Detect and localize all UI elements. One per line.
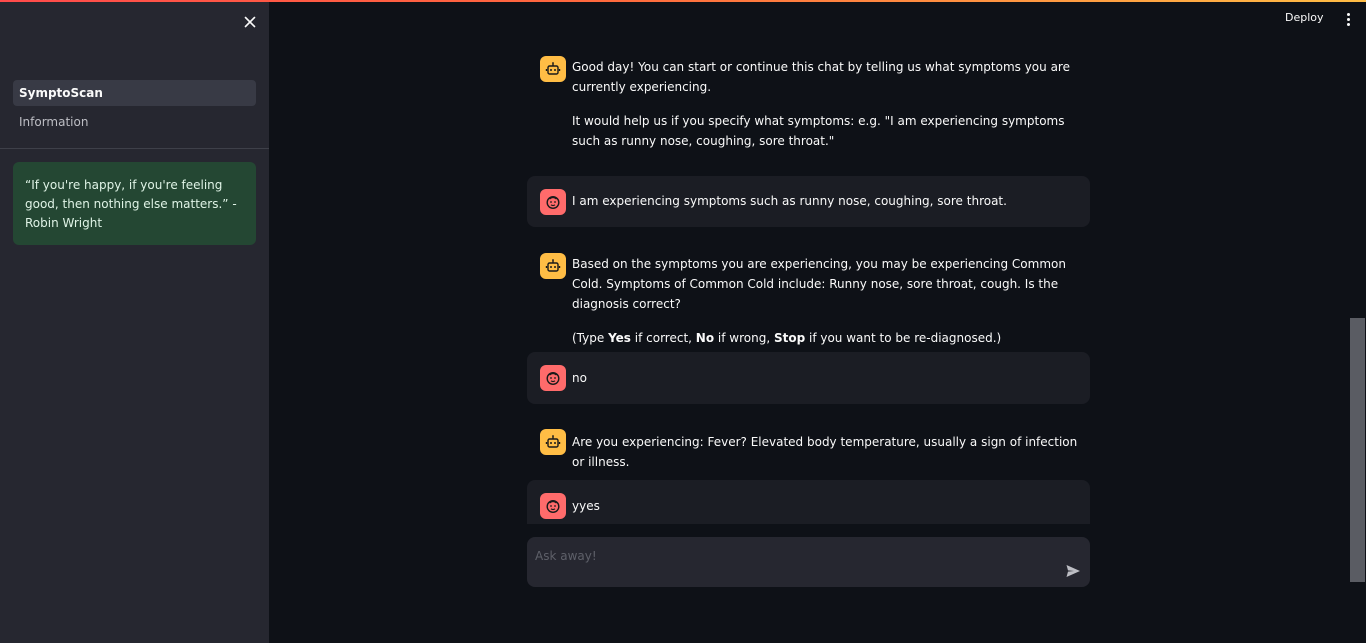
sidebar-nav: SymptoScan Information [13, 80, 256, 138]
assistant-avatar [540, 429, 566, 455]
user-avatar [540, 189, 566, 215]
robot-icon [545, 62, 561, 75]
user-avatar [540, 493, 566, 519]
chat-messages: Good day! You can start or continue this… [527, 40, 1090, 524]
chat-message-assistant: Are you experiencing: Fever? Elevated bo… [527, 416, 1090, 469]
face-icon [546, 371, 560, 386]
chat-input[interactable] [535, 545, 1055, 567]
robot-icon [545, 259, 561, 272]
send-icon [1066, 565, 1080, 577]
assistant-avatar [540, 56, 566, 82]
chat-message-user: no [527, 352, 1090, 404]
message-text: Are you experiencing: Fever? Elevated bo… [572, 435, 1078, 469]
message-paragraph: It would help us if you specify what sym… [572, 114, 1065, 148]
more-vertical-icon [1343, 13, 1353, 26]
scrollbar-thumb[interactable] [1350, 318, 1365, 582]
face-icon [546, 195, 560, 210]
deploy-button[interactable]: Deploy [1285, 11, 1324, 29]
text-segment: if you want to be re-diagnosed.) [805, 331, 1002, 345]
message-paragraph: (Type Yes if correct, No if wrong, Stop … [572, 328, 1082, 348]
text-segment: if wrong, [714, 331, 774, 345]
sidebar-item-information[interactable]: Information [13, 109, 256, 135]
sidebar-divider [0, 148, 269, 149]
chat-message-assistant: Based on the symptoms you are experienci… [527, 238, 1090, 345]
quote-box: “If you're happy, if you're feeling good… [13, 162, 256, 245]
top-accent-bar [0, 0, 1366, 2]
send-button[interactable] [1065, 563, 1081, 579]
chat-input-container [527, 537, 1090, 587]
text-segment: if correct, [630, 331, 696, 345]
close-icon [244, 16, 256, 28]
close-sidebar-button[interactable] [240, 12, 260, 32]
message-text: no [572, 371, 587, 385]
keyword-yes: Yes [608, 331, 631, 345]
face-icon [546, 499, 560, 514]
chat-message-assistant: Good day! You can start or continue this… [527, 40, 1090, 160]
keyword-no: No [695, 331, 715, 345]
chat-message-user: yyes [527, 480, 1090, 524]
main-menu-button[interactable] [1343, 11, 1353, 29]
message-paragraph: Based on the symptoms you are experienci… [572, 257, 1066, 311]
assistant-avatar [540, 253, 566, 279]
text-segment: (Type [572, 331, 609, 345]
chat-message-user: I am experiencing symptoms such as runny… [527, 176, 1090, 227]
message-text: yyes [572, 499, 600, 513]
message-text: I am experiencing symptoms such as runny… [572, 194, 1007, 208]
message-text: Based on the symptoms you are experienci… [572, 254, 1082, 348]
message-paragraph: Good day! You can start or continue this… [572, 60, 1070, 94]
sidebar: SymptoScan Information “If you're happy,… [0, 0, 269, 643]
keyword-stop: Stop [773, 331, 806, 345]
user-avatar [540, 365, 566, 391]
sidebar-item-symptoscan[interactable]: SymptoScan [13, 80, 256, 106]
robot-icon [545, 435, 561, 448]
message-text: Good day! You can start or continue this… [572, 57, 1082, 151]
